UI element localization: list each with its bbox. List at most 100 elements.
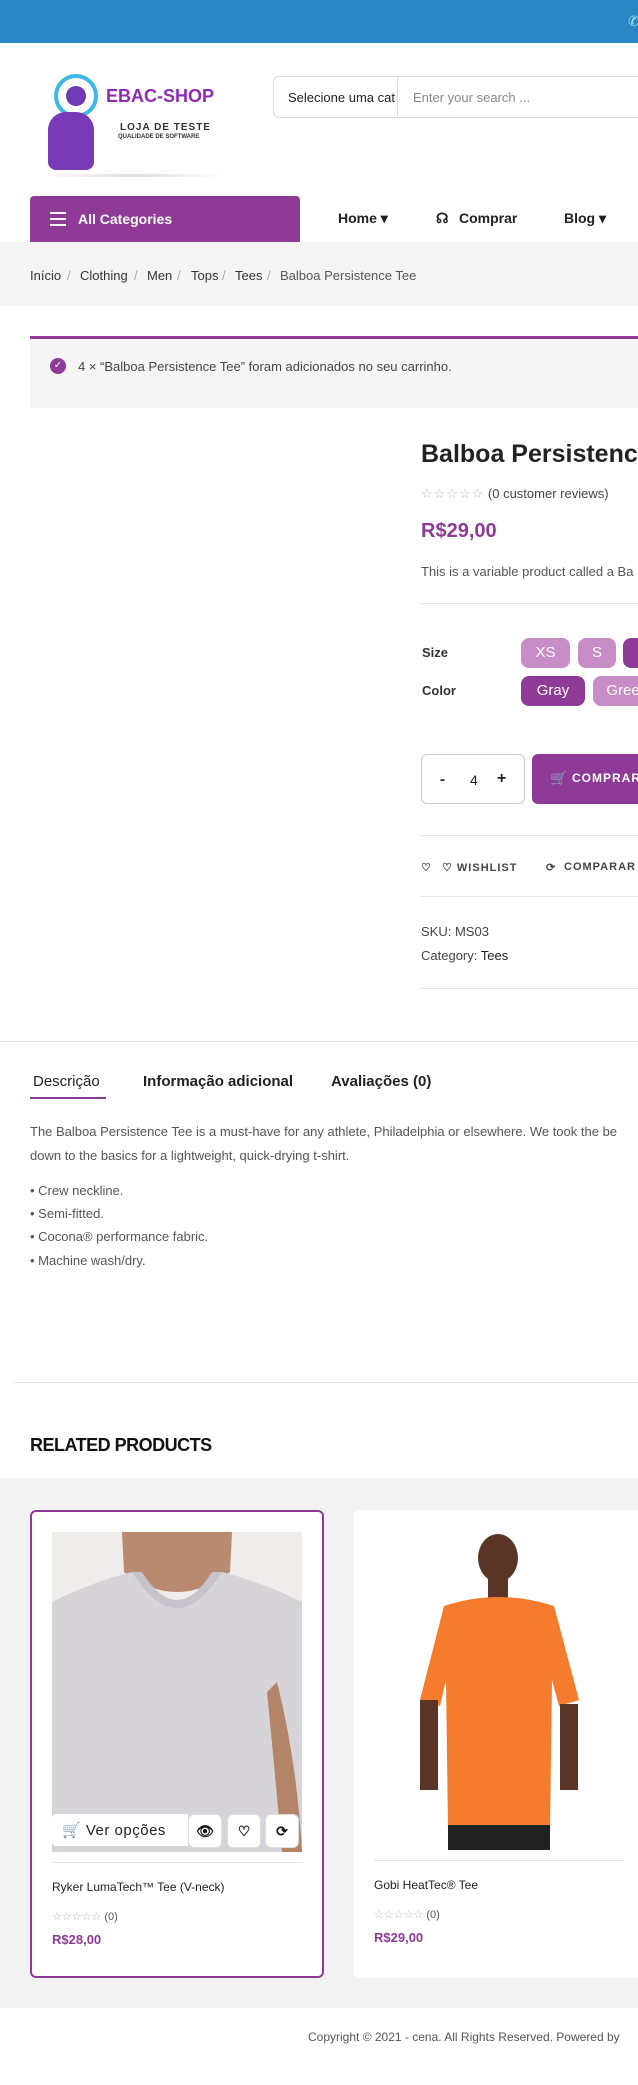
breadcrumb-current: Balboa Persistence Tee [280,268,417,283]
view-options-label: Ver opções [85,1822,166,1839]
divider [374,1860,624,1861]
menu-icon [50,212,66,226]
breadcrumb-tees[interactable]: Tees [235,268,262,283]
divider [421,988,638,989]
search-category-select[interactable]: Selecione uma cat [274,77,398,117]
top-bar: ✆ [0,0,638,43]
quick-view-button[interactable]: 👁 [188,1814,222,1848]
quantity-increase-button[interactable]: + [497,770,506,788]
search-input[interactable] [399,77,638,117]
all-categories-button[interactable]: All Categories [30,196,300,242]
site-logo[interactable]: EBAC-SHOP LOJA DE TESTE QUALIDADE DE SOF… [40,72,230,182]
logo-tagline-sub: QUALIDADE DE SOFTWARE [118,134,200,140]
color-label: Color [422,683,456,698]
rating-stars-icon: ☆☆☆☆☆ [421,486,485,501]
sku-value: MS03 [454,924,489,939]
cart-icon: 🛒 [550,770,569,786]
nav-home[interactable]: Home ▾ [338,210,388,227]
quantity-stepper: - 4 + [421,754,525,804]
product-price: R$29,00 [374,1930,424,1945]
footer-copyright: Copyright © 2021 - cena. All Rights Rese… [308,2030,620,2044]
product-rating: ☆☆☆☆☆ (0 customer reviews) [421,486,609,502]
breadcrumb-inicio[interactable]: Início [30,268,61,283]
breadcrumb-separator: / [134,268,138,283]
category-link[interactable]: Tees [481,948,508,963]
breadcrumb-tops[interactable]: Tops [191,268,218,283]
related-products-title: RELATED PRODUCTS [30,1435,212,1455]
divider [421,835,638,836]
rating-stars-icon: ☆☆☆☆☆ [52,1911,102,1923]
cart-notice: ✓ 4 × “Balboa Persistence Tee” foram adi… [30,336,638,408]
logo-underline [44,174,224,177]
logo-dot-icon [66,86,86,106]
product-title: Balboa Persistence [421,440,638,468]
active-tab-indicator [30,1097,106,1099]
phone-icon[interactable]: ✆ [628,14,638,28]
color-gray[interactable]: Gray [521,676,585,706]
description-bullet: • Cocona® performance fabric. [30,1229,209,1244]
product-sku: SKU: MS03 [421,924,489,939]
tab-informacao-adicional[interactable]: Informação adicional [143,1073,293,1090]
quantity-decrease-button[interactable]: - [440,771,445,788]
compare-link[interactable]: COMPARAR [564,861,636,873]
description-text: The Balboa Persistence Tee is a must-hav… [30,1124,618,1139]
heart-icon: ♡ [421,862,432,874]
divider [52,1862,302,1863]
product-category: Category: Tees [421,948,508,963]
product-price: R$29,00 [421,520,497,542]
size-xs[interactable]: XS [521,638,570,668]
wishlist-button[interactable]: ♡ [227,1814,261,1848]
tab-avaliacoes[interactable]: Avaliações (0) [331,1073,431,1090]
tab-descricao[interactable]: Descrição [33,1073,100,1090]
sku-label: SKU: [421,924,452,939]
logo-tagline: LOJA DE TESTE [120,122,211,133]
product-image[interactable] [52,1532,302,1852]
breadcrumb-men[interactable]: Men [147,268,172,283]
hand-icon [48,112,94,170]
rating-stars-icon: ☆☆☆☆☆ [374,1909,424,1921]
buy-button[interactable]: 🛒 COMPRAR [532,754,638,804]
breadcrumb-separator: / [267,268,271,283]
divider [14,1382,638,1383]
refresh-icon: ⟳ [546,862,557,874]
compare-button[interactable]: ⟳ [265,1814,299,1848]
product-price: R$28,00 [52,1932,102,1947]
buy-label: COMPRAR [572,771,638,785]
divider [421,603,638,604]
cart-icon: 🛒 [62,1822,82,1839]
breadcrumb-separator: / [222,268,226,283]
description-bullet: • Machine wash/dry. [30,1253,146,1268]
quantity-input[interactable]: 4 [470,772,478,788]
product-card[interactable]: 🛒 Ver opções 👁 ♡ ⟳ Ryker LumaTech™ Tee (… [30,1510,324,1978]
color-green[interactable]: Gree [593,676,638,706]
product-image[interactable] [374,1530,624,1850]
size-m[interactable] [623,638,638,668]
divider [421,896,638,897]
view-options-button[interactable]: 🛒 Ver opções [52,1814,188,1846]
product-short-description: This is a variable product called a Ba [421,564,634,579]
search-box: Selecione uma cat [273,76,638,118]
product-name[interactable]: Gobi HeatTec® Tee [374,1878,478,1892]
size-s[interactable]: S [578,638,616,668]
breadcrumb-separator: / [177,268,181,283]
nav-comprar[interactable]: Comprar [459,210,517,226]
size-label: Size [422,645,449,660]
product-rating: ☆☆☆☆☆ (0) [374,1908,440,1921]
breadcrumb-separator: / [67,268,71,283]
all-categories-label: All Categories [78,211,173,227]
category-label: Category: [421,948,478,963]
description-text: down to the basics for a lightweight, qu… [30,1148,350,1163]
description-bullet: • Semi-fitted. [30,1206,104,1221]
product-card[interactable]: Gobi HeatTec® Tee ☆☆☆☆☆ (0) R$29,00 [354,1510,638,1978]
check-icon: ✓ [50,358,66,374]
reviews-link[interactable]: (0 customer reviews) [488,486,609,501]
nav-blog[interactable]: Blog ▾ [564,210,606,227]
product-name[interactable]: Ryker LumaTech™ Tee (V-neck) [52,1880,225,1894]
breadcrumb-clothing[interactable]: Clothing [80,268,128,283]
headset-icon: ☊ [436,210,449,226]
notice-text: 4 × “Balboa Persistence Tee” foram adici… [78,359,452,374]
review-count: (0) [426,1909,440,1921]
product-rating: ☆☆☆☆☆ (0) [52,1910,118,1923]
description-bullet: • Crew neckline. [30,1183,124,1198]
wishlist-link[interactable]: ♡ WISHLIST [442,861,517,874]
